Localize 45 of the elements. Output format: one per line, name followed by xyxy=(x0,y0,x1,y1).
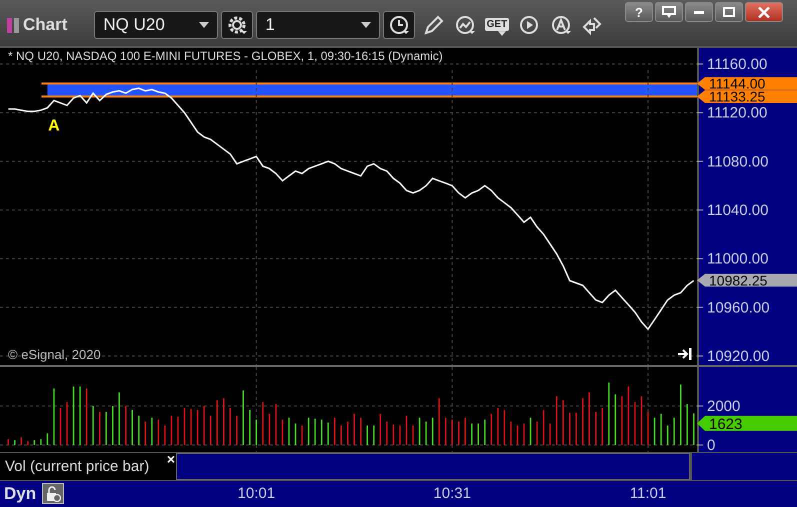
axis-label: 11160.00 xyxy=(707,56,768,73)
minimize-button[interactable] xyxy=(685,2,713,22)
axis-label: 0 xyxy=(707,436,716,452)
axis-label: 11120.00 xyxy=(707,104,768,122)
clock-icon xyxy=(388,14,410,36)
window-title: Chart xyxy=(23,14,68,35)
minimize-icon xyxy=(694,10,704,14)
jump-to-end-icon[interactable] xyxy=(678,348,692,360)
gear-button[interactable] xyxy=(221,10,254,39)
time-label: 11:01 xyxy=(630,485,666,502)
axis-label: 11000.00 xyxy=(707,250,768,268)
indicator-label: Vol (current price bar) xyxy=(5,458,150,475)
lock-icon xyxy=(45,486,61,502)
axis-label: 11080.00 xyxy=(707,152,768,170)
close-button[interactable] xyxy=(745,2,783,22)
settings-icon xyxy=(226,14,248,36)
axis-label: 10960.00 xyxy=(707,298,770,316)
play-icon xyxy=(518,14,540,36)
mode-label: Dyn xyxy=(4,484,36,504)
line-chart-icon xyxy=(454,14,476,36)
maximize-icon xyxy=(723,7,735,17)
caret-icon xyxy=(199,22,210,28)
help-button[interactable]: ? xyxy=(625,2,653,22)
pencil-icon xyxy=(422,14,444,36)
interval-dropdown[interactable]: 1 xyxy=(256,10,380,39)
chart-legend: * NQ U20, NASDAQ 100 E-MINI FUTURES - GLOBEX, 1, 09:30-16:15 (Dynamic) xyxy=(8,50,443,62)
time-label: 10:31 xyxy=(433,485,471,502)
close-button[interactable]: × xyxy=(166,450,175,467)
get-button[interactable]: GET xyxy=(482,10,512,39)
lock-button[interactable] xyxy=(42,483,64,504)
time-label: 10:01 xyxy=(238,485,276,502)
symbol-dropdown[interactable]: NQ U20 xyxy=(94,10,218,39)
marker-label: A xyxy=(48,117,60,134)
letter-circle-icon xyxy=(550,14,572,36)
axis-label: 11040.00 xyxy=(707,202,768,219)
axis-label: 2000 xyxy=(707,398,740,415)
restore-button[interactable] xyxy=(655,2,683,22)
axis-label: 10920.00 xyxy=(707,348,770,365)
clock-button[interactable] xyxy=(383,10,416,39)
maximize-button[interactable] xyxy=(715,2,743,22)
caret-icon xyxy=(361,22,372,28)
logo-icon xyxy=(6,16,20,34)
restore-icon xyxy=(662,6,676,18)
copyright-text: © eSignal, 2020 xyxy=(8,346,101,362)
close-icon xyxy=(758,6,770,18)
